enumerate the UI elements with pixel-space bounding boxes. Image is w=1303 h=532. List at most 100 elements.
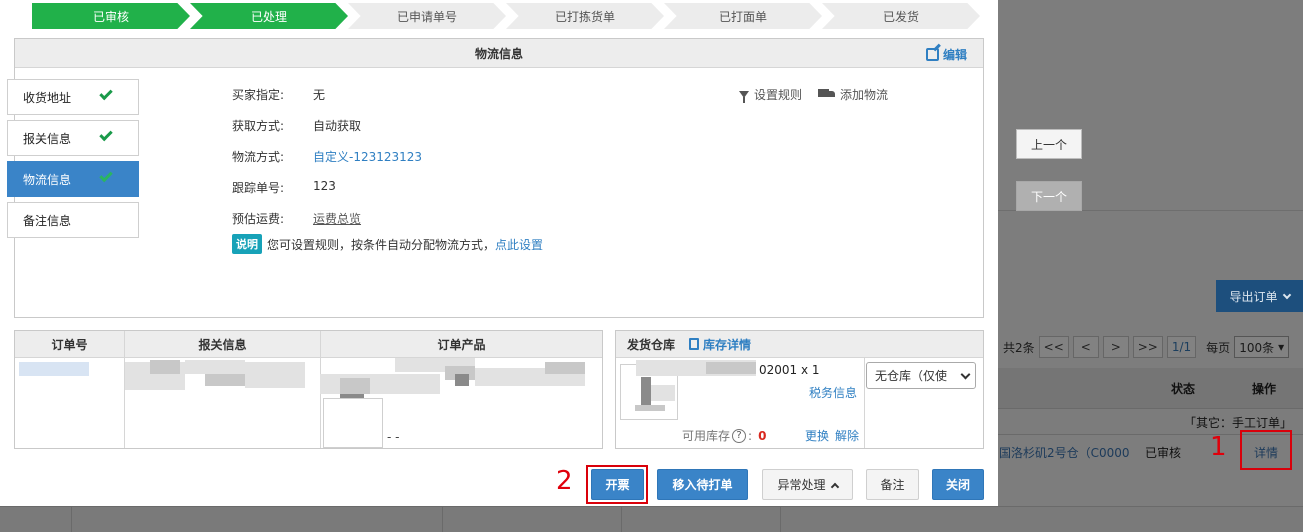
side-tab-label: 物流信息 (23, 172, 72, 187)
prev-button[interactable]: 上一个 (1016, 129, 1082, 159)
column-products: 订单产品 (437, 337, 486, 352)
check-icon (99, 168, 113, 183)
chevron-down-icon (1282, 290, 1291, 299)
side-tab-customs[interactable]: 报关信息 (7, 120, 139, 156)
order-table-row: - - (15, 358, 602, 448)
document-icon (689, 338, 700, 350)
step-shipped: 已发货 (822, 3, 980, 29)
step-tracking-applied: 已申请单号 (348, 3, 506, 29)
edit-label: 编辑 (942, 48, 967, 62)
exception-handling-button[interactable]: 异常处理 (762, 469, 853, 500)
annotation-number-1: 1 (1210, 432, 1227, 462)
logistics-panel: 物流信息 编辑 (14, 38, 984, 318)
sku-quantity: 02001 x 1 (759, 363, 820, 377)
note-badge: 说明 (232, 234, 262, 254)
move-to-pending-button[interactable]: 移入待打单 (657, 469, 748, 500)
step-processed: 已处理 (190, 3, 348, 29)
note-text: 您可设置规则，按条件自动分配物流方式， (267, 237, 496, 252)
side-tab-label: 收货地址 (23, 90, 72, 105)
column-customs: 报关信息 (125, 331, 321, 357)
order-table-header: 订单号 报关信息 订单产品 (15, 331, 602, 358)
panel-header: 物流信息 编辑 (15, 39, 983, 68)
inventory-detail-link[interactable]: 库存详情 (689, 336, 751, 353)
row-status: 已审核 (1145, 446, 1182, 460)
page-next-button[interactable]: > (1102, 336, 1129, 358)
add-logistics-button[interactable]: 添加物流 (818, 86, 888, 103)
exception-label: 异常处理 (777, 478, 826, 492)
panel-title: 物流信息 (474, 46, 523, 61)
edit-link[interactable]: 编辑 (925, 46, 967, 63)
step-label-printed: 已打面单 (664, 3, 822, 29)
freight-overview-link[interactable]: 运费总览 (313, 210, 361, 227)
step-picklist-printed: 已打拣货单 (506, 3, 664, 29)
row-warehouse[interactable]: 国洛杉矶2号仓（C0000 (999, 444, 1130, 461)
info-row-acquire: 获取方式: 自动获取 (232, 117, 422, 148)
per-page-value: 100条 (1239, 340, 1275, 355)
method-value-link[interactable]: 自定义-123123123 (313, 148, 422, 165)
freight-label: 预估运费: (232, 212, 285, 226)
warehouse-title: 发货仓库 (627, 337, 676, 352)
remark-button[interactable]: 备注 (866, 469, 919, 500)
warehouse-actions: 更换 解除 (805, 427, 859, 444)
rule-note: 说明 您可设置规则，按条件自动分配物流方式， 点此设置 (232, 234, 543, 254)
step-reviewed: 已审核 (32, 3, 190, 29)
check-icon (99, 86, 113, 101)
next-button[interactable]: 下一个 (1016, 181, 1082, 211)
stock-label: 可用库存 (682, 429, 731, 443)
chevron-down-icon: ▾ (1278, 340, 1285, 354)
per-page-select[interactable]: 100条 ▾ (1234, 336, 1290, 358)
side-tabs: 收货地址 报关信息 物流信息 备注信息 (7, 79, 139, 243)
annotation-box-2 (586, 465, 648, 504)
acquire-label: 获取方式: (232, 119, 285, 133)
side-tab-label: 备注信息 (23, 213, 72, 228)
warehouse-select-value: 无仓库（仅使 (875, 369, 948, 383)
tax-info-link[interactable]: 税务信息 (809, 384, 857, 401)
page-first-button[interactable]: << (1038, 336, 1069, 358)
order-detail-dialog: 已审核 已处理 已申请单号 已打拣货单 已打面单 已发货 物流信息 编辑 收货地… (0, 0, 998, 506)
side-tab-remarks[interactable]: 备注信息 (7, 202, 139, 238)
info-row-method: 物流方式: 自定义-123123123 (232, 148, 422, 179)
info-row-tracking: 跟踪单号: 123 (232, 179, 422, 210)
warehouse-panel: 发货仓库 库存详情 02001 x 1 税务信息 可用库存 ? : 0 更换 解… (615, 330, 984, 449)
help-icon[interactable]: ? (732, 428, 747, 443)
inventory-detail-label: 库存详情 (703, 337, 752, 352)
chevron-down-icon (960, 369, 971, 380)
side-tab-address[interactable]: 收货地址 (7, 79, 139, 115)
export-label: 导出订单 (1229, 289, 1278, 304)
warehouse-select[interactable]: 无仓库（仅使 (866, 362, 976, 389)
chevron-up-icon (830, 482, 839, 491)
product-dash: - - (387, 430, 400, 444)
page-last-button[interactable]: >> (1132, 336, 1163, 358)
background-bottom-row (0, 506, 1303, 532)
set-rule-link[interactable]: 点此设置 (495, 236, 543, 253)
logistics-tools: 设置规则 添加物流 (739, 86, 888, 103)
progress-steps: 已审核 已处理 已申请单号 已打拣货单 已打面单 已发货 (32, 3, 980, 29)
close-button[interactable]: 关闭 (932, 469, 984, 500)
tracking-label: 跟踪单号: (232, 181, 285, 195)
acquire-value: 自动获取 (313, 119, 362, 133)
export-orders-button[interactable]: 导出订单 (1216, 280, 1303, 312)
check-icon (99, 127, 113, 142)
annotation-box-1 (1240, 430, 1292, 470)
per-page-label: 每页 (1206, 340, 1231, 355)
stock-value: 0 (758, 428, 767, 443)
page-prev-button[interactable]: < (1072, 336, 1099, 358)
edit-icon (925, 48, 939, 61)
stock-colon: : (748, 428, 753, 443)
tracking-value: 123 (313, 179, 336, 193)
side-tab-logistics[interactable]: 物流信息 (7, 161, 139, 197)
order-table: 订单号 报关信息 订单产品 - - (14, 330, 603, 449)
group-label: 「其它：手工订单」 (1184, 416, 1293, 430)
set-rule-button[interactable]: 设置规则 (739, 86, 802, 103)
page-current: 1/1 (1166, 336, 1197, 358)
available-stock: 可用库存 ? : 0 (682, 427, 766, 444)
warehouse-header: 发货仓库 库存详情 (616, 331, 983, 358)
replace-link[interactable]: 更换 (805, 427, 829, 444)
product-thumbnail (323, 398, 383, 448)
buyer-label: 买家指定: (232, 88, 285, 102)
truck-icon (818, 89, 836, 100)
filter-icon (739, 91, 749, 103)
column-status: 状态 (1171, 382, 1196, 396)
remove-link[interactable]: 解除 (835, 427, 859, 444)
add-logistics-label: 添加物流 (840, 88, 889, 102)
